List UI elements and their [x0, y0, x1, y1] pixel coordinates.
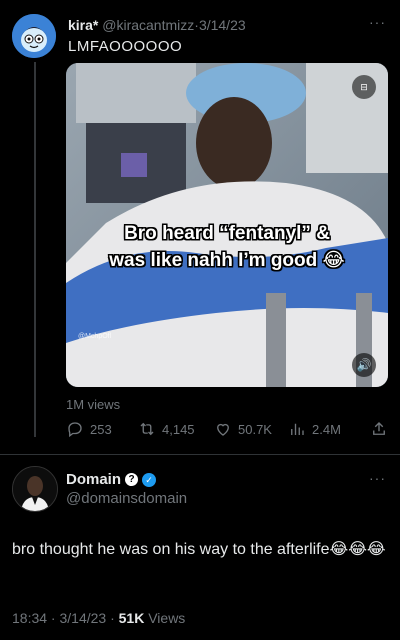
affiliate-badge-icon: ?	[125, 473, 139, 486]
tweet1-date[interactable]: 3/14/23	[199, 17, 246, 33]
tweet2-views-label: Views	[144, 610, 186, 626]
tweet2-timestamp[interactable]: 18:34 · 3/14/23 ·	[12, 610, 119, 626]
share-icon	[373, 422, 385, 435]
reply-count: 253	[90, 421, 112, 437]
share-button[interactable]	[370, 420, 388, 438]
heart-icon	[217, 423, 229, 436]
tweet2-views-count[interactable]: 51K	[119, 610, 145, 626]
tweet2-text: bro thought he was on his way to the aft…	[12, 541, 386, 558]
avatar-kira[interactable]	[12, 14, 56, 58]
like-button[interactable]: 50.7K	[214, 420, 272, 438]
tweet2-author-name[interactable]: Domain	[66, 471, 121, 488]
tweet2-author[interactable]: Domain ? ✓	[66, 471, 157, 488]
gif-icon[interactable]: ⊟	[352, 75, 376, 99]
verified-badge-icon: ✓	[142, 472, 157, 487]
tweet1-text: LMFAOOOOOO	[68, 38, 183, 55]
like-count: 50.7K	[238, 421, 272, 437]
retweet-button[interactable]: 4,145	[138, 420, 195, 438]
tweet1-video[interactable]: ⊟ Bro heard “fentanyl” & was like nahh I…	[66, 63, 388, 387]
video-watermark: @MchpOfl	[78, 333, 112, 340]
tweet1-views: 1M views	[66, 397, 121, 412]
video-caption-line1: Bro heard “fentanyl” &	[124, 223, 330, 244]
tweet1-action-bar: 253 4,145 50.7K 2.4M	[66, 420, 388, 440]
retweet-icon	[140, 422, 154, 436]
views-count: 2.4M	[312, 421, 341, 437]
tweet1-header: kira* @kiracantmizz·3/14/23	[68, 17, 246, 33]
retweet-count: 4,145	[162, 421, 195, 437]
thread-connector-line	[34, 62, 36, 437]
tweet1-author-handle[interactable]: @kiracantmizz	[102, 17, 194, 33]
avatar-domain[interactable]	[12, 466, 58, 512]
reply-icon	[68, 422, 82, 438]
tweet2-more-button[interactable]: ···	[369, 470, 386, 486]
tweet1-author-name[interactable]: kira*	[68, 17, 98, 33]
speaker-icon[interactable]: 🔊	[352, 353, 376, 377]
video-caption-line2: was like nahh I’m good 😂	[109, 250, 345, 271]
reply-button[interactable]: 253	[66, 420, 112, 438]
tweet1-more-button[interactable]: ···	[369, 14, 386, 30]
tweet2-footer: 18:34 · 3/14/23 · 51K Views	[12, 610, 185, 626]
tweet-divider	[0, 454, 400, 455]
views-button[interactable]: 2.4M	[288, 420, 341, 438]
bar-chart-icon	[291, 423, 304, 435]
tweet2-author-handle[interactable]: @domainsdomain	[66, 490, 187, 507]
